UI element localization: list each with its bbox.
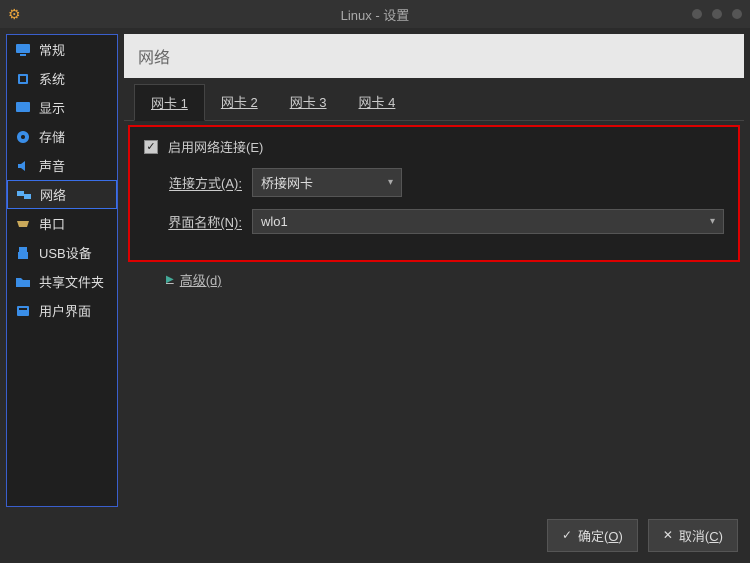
titlebar: ⚙ Linux - 设置	[0, 0, 750, 28]
window-title: Linux - 设置	[341, 5, 410, 24]
sidebar-item-usb[interactable]: USB设备	[7, 238, 117, 267]
monitor-icon	[15, 42, 31, 58]
tab-adapter-3[interactable]: 网卡 3	[274, 84, 343, 120]
speaker-icon	[15, 158, 31, 174]
enable-network-checkbox[interactable]: ✓	[144, 140, 158, 154]
interface-name-label: 界面名称(N):	[162, 212, 242, 231]
cancel-label: 取消(C)	[679, 526, 723, 545]
ok-label: 确定(O)	[578, 526, 623, 545]
sidebar-item-label: 网络	[40, 185, 66, 204]
minimize-button[interactable]	[692, 9, 702, 19]
sidebar-item-label: 系统	[39, 69, 65, 88]
interface-name-value: wlo1	[261, 214, 288, 229]
advanced-toggle[interactable]: ▶ 高级(d)	[166, 270, 744, 289]
page-title: 网络	[124, 34, 744, 78]
serial-icon	[15, 216, 31, 232]
main-panel: 网络 网卡 1 网卡 2 网卡 3 网卡 4 ✓ 启用网络连接(E) 连接方式(…	[124, 34, 744, 507]
sidebar-item-shared[interactable]: 共享文件夹	[7, 267, 117, 296]
sidebar-item-label: USB设备	[39, 243, 92, 262]
cancel-button[interactable]: ✕ 取消(C)	[648, 519, 738, 552]
chevron-down-icon: ▾	[710, 216, 715, 227]
x-icon: ✕	[663, 528, 673, 542]
attached-to-select[interactable]: 桥接网卡 ▾	[252, 168, 402, 197]
tab-adapter-1[interactable]: 网卡 1	[134, 84, 205, 121]
sidebar-item-label: 存储	[39, 127, 65, 146]
sidebar-item-network[interactable]: 网络	[7, 180, 117, 209]
tabs: 网卡 1 网卡 2 网卡 3 网卡 4	[124, 78, 744, 121]
gear-icon: ⚙	[8, 6, 21, 23]
triangle-right-icon: ▶	[166, 274, 174, 285]
sidebar-item-system[interactable]: 系统	[7, 64, 117, 93]
sidebar: 常规 系统 显示 存储 声音 网络 串口 USB设备	[6, 34, 118, 507]
tab-adapter-2[interactable]: 网卡 2	[205, 84, 274, 120]
tab-adapter-4[interactable]: 网卡 4	[343, 84, 412, 120]
display-icon	[15, 100, 31, 116]
interface-name-select[interactable]: wlo1 ▾	[252, 209, 724, 234]
chevron-down-icon: ▾	[388, 177, 393, 188]
network-icon	[16, 187, 32, 203]
sidebar-item-label: 常规	[39, 40, 65, 59]
window-buttons	[692, 9, 742, 19]
sidebar-item-label: 用户界面	[39, 301, 91, 320]
attached-to-label: 连接方式(A):	[162, 173, 242, 192]
folder-icon	[15, 274, 31, 290]
usb-icon	[15, 245, 31, 261]
network-config-panel: ✓ 启用网络连接(E) 连接方式(A): 桥接网卡 ▾ 界面名称(N): wlo…	[128, 125, 740, 262]
sidebar-item-label: 共享文件夹	[39, 272, 104, 291]
sidebar-item-label: 串口	[39, 214, 65, 233]
maximize-button[interactable]	[712, 9, 722, 19]
sidebar-item-display[interactable]: 显示	[7, 93, 117, 122]
enable-network-label: 启用网络连接(E)	[168, 137, 263, 156]
sidebar-item-general[interactable]: 常规	[7, 35, 117, 64]
footer: ✓ 确定(O) ✕ 取消(C)	[0, 513, 750, 557]
chip-icon	[15, 71, 31, 87]
sidebar-item-serial[interactable]: 串口	[7, 209, 117, 238]
advanced-label: 高级(d)	[180, 270, 222, 289]
close-button[interactable]	[732, 9, 742, 19]
sidebar-item-ui[interactable]: 用户界面	[7, 296, 117, 325]
sidebar-item-label: 声音	[39, 156, 65, 175]
ui-icon	[15, 303, 31, 319]
ok-button[interactable]: ✓ 确定(O)	[547, 519, 638, 552]
disk-icon	[15, 129, 31, 145]
sidebar-item-storage[interactable]: 存储	[7, 122, 117, 151]
attached-to-value: 桥接网卡	[261, 173, 313, 192]
check-icon: ✓	[562, 528, 572, 542]
sidebar-item-audio[interactable]: 声音	[7, 151, 117, 180]
sidebar-item-label: 显示	[39, 98, 65, 117]
